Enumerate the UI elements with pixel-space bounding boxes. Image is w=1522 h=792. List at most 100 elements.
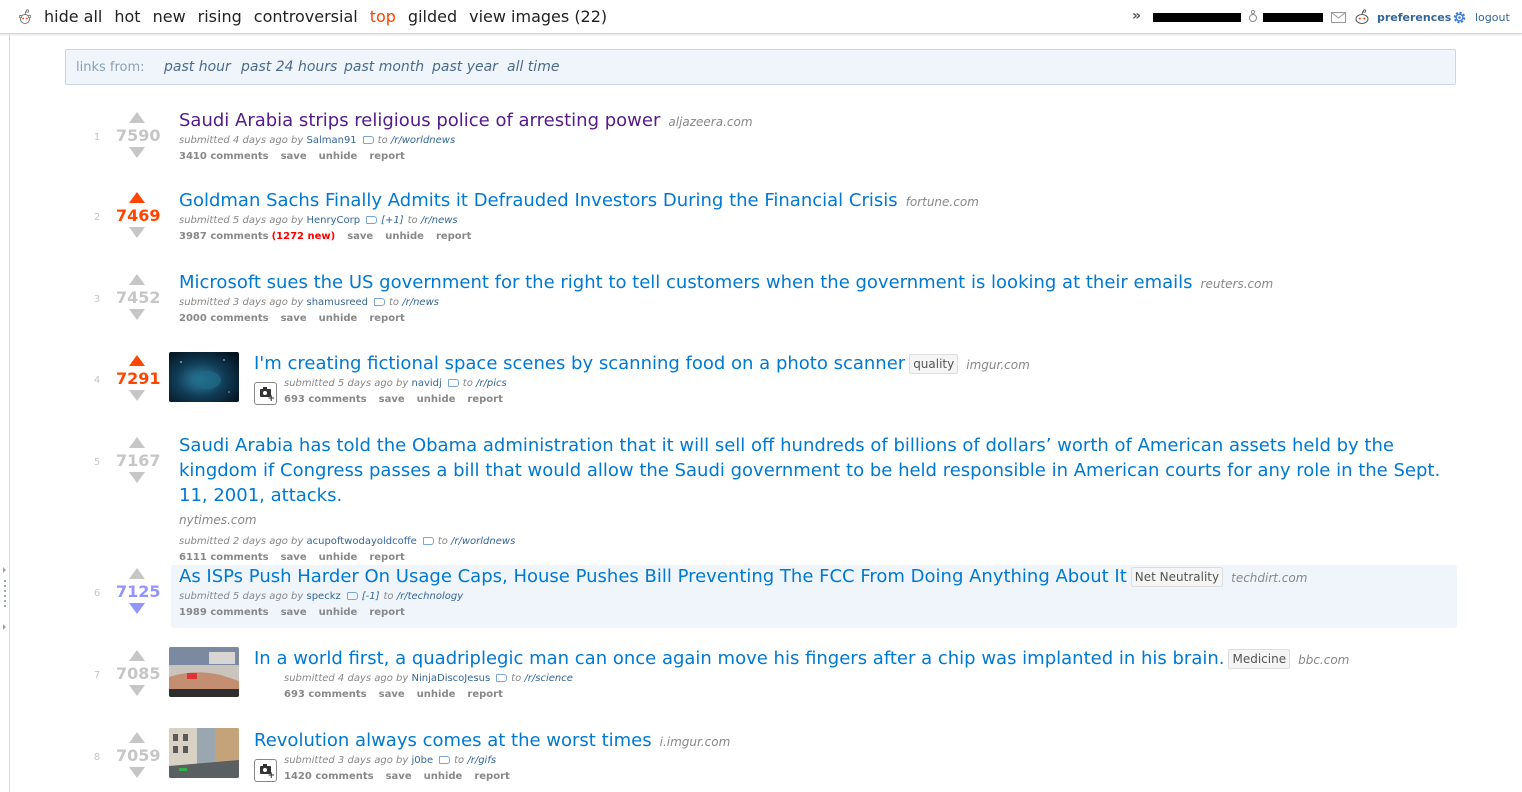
post-domain[interactable]: i.imgur.com [660,735,731,749]
tag-icon[interactable] [496,674,508,682]
save-button[interactable]: save [281,313,307,324]
upvote-arrow-icon[interactable] [129,568,145,579]
time-filter-past-month[interactable]: past month [344,59,424,75]
author-link[interactable]: navidj [411,378,441,389]
post-domain[interactable]: techdirt.com [1231,571,1307,585]
upvote-arrow-icon[interactable] [129,112,145,123]
comments-link[interactable]: 3987 comments [179,231,269,242]
tab-gilded[interactable]: gilded [408,7,457,26]
tab-hot[interactable]: hot [114,7,140,26]
unhide-button[interactable]: unhide [417,394,456,405]
post-domain[interactable]: fortune.com [906,195,979,209]
expand-image-button[interactable]: + [254,759,277,782]
author-link[interactable]: HenryCorp [306,215,360,226]
expand-image-button[interactable]: + [254,382,277,405]
save-button[interactable]: save [347,231,373,242]
downvote-arrow-icon[interactable] [129,227,145,238]
tab-top[interactable]: top [370,7,396,26]
unhide-button[interactable]: unhide [319,607,358,618]
post-domain[interactable]: imgur.com [966,358,1030,372]
mail-icon[interactable] [1331,12,1346,23]
comments-link[interactable]: 1420 comments [284,771,374,782]
tab-rising[interactable]: rising [198,7,242,26]
unhide-button[interactable]: unhide [417,689,456,700]
save-button[interactable]: save [281,607,307,618]
tag-icon[interactable] [374,298,385,306]
report-button[interactable]: report [436,231,471,242]
subreddit-link[interactable]: /r/science [524,673,572,684]
upvote-arrow-icon[interactable] [129,355,145,366]
post-title-link[interactable]: Saudi Arabia strips religious police of … [179,110,660,131]
unhide-button[interactable]: unhide [319,313,358,324]
author-link[interactable]: Salman91 [306,135,356,146]
post-thumbnail[interactable] [169,352,239,402]
upvote-arrow-icon[interactable] [129,192,145,203]
unhide-button[interactable]: unhide [424,771,463,782]
comments-link[interactable]: 693 comments [284,689,367,700]
downvote-arrow-icon[interactable] [129,472,145,483]
downvote-arrow-icon[interactable] [129,309,145,320]
author-link[interactable]: shamusreed [306,297,368,308]
post-title-link[interactable]: I'm creating fictional space scenes by s… [254,353,905,374]
preferences-link[interactable]: preferences [1377,11,1451,24]
more-chevron-icon[interactable]: » [1132,8,1141,24]
gear-icon[interactable] [1452,10,1467,25]
unhide-button[interactable]: unhide [385,231,424,242]
author-link[interactable]: j0be [411,755,433,766]
tab-new[interactable]: new [153,7,186,26]
tab-controversial[interactable]: controversial [254,7,358,26]
downvote-arrow-icon[interactable] [129,390,145,401]
tag-icon[interactable] [346,592,358,600]
tag-icon[interactable] [362,136,374,144]
downvote-arrow-icon[interactable] [129,767,145,778]
report-button[interactable]: report [467,689,502,700]
post-title-link[interactable]: Revolution always comes at the worst tim… [254,730,652,751]
report-button[interactable]: report [369,607,404,618]
time-filter-past-year[interactable]: past year [432,59,498,75]
post-title-link[interactable]: As ISPs Push Harder On Usage Caps, House… [179,566,1127,587]
tab-hide[interactable]: hide all [44,7,102,26]
tag-icon[interactable] [366,216,378,224]
modmail-alien-icon[interactable] [1354,9,1370,25]
report-button[interactable]: report [369,552,404,563]
subreddit-link[interactable]: /r/gifs [467,755,496,766]
upvote-arrow-icon[interactable] [129,437,145,448]
post-thumbnail[interactable] [169,728,239,778]
report-button[interactable]: report [369,313,404,324]
comments-link[interactable]: 6111 comments [179,552,269,563]
report-button[interactable]: report [474,771,509,782]
report-button[interactable]: report [369,151,404,162]
upvote-arrow-icon[interactable] [129,274,145,285]
post-domain[interactable]: aljazeera.com [668,115,752,129]
report-button[interactable]: report [467,394,502,405]
comments-link[interactable]: 1989 comments [179,607,269,618]
save-button[interactable]: save [379,689,405,700]
tag-icon[interactable] [439,756,451,764]
subreddit-link[interactable]: /r/news [421,215,458,226]
subreddit-link[interactable]: /r/news [402,297,439,308]
downvote-arrow-icon[interactable] [129,685,145,696]
save-button[interactable]: save [379,394,405,405]
subreddit-link[interactable]: /r/worldnews [391,135,455,146]
downvote-arrow-icon[interactable] [129,603,145,614]
sidebar-splitter[interactable] [0,34,10,792]
downvote-arrow-icon[interactable] [129,147,145,158]
comments-link[interactable]: 3410 comments [179,151,269,162]
author-link[interactable]: acupoftwodayoldcoffe [306,536,416,547]
time-filter-all-time[interactable]: all time [507,59,559,75]
subreddit-link[interactable]: /r/technology [397,591,463,602]
reddit-alien-icon[interactable] [18,9,32,25]
logout-link[interactable]: logout [1475,11,1510,24]
new-comments-count[interactable]: (1272 new) [272,231,336,242]
post-domain[interactable]: nytimes.com [179,513,257,527]
post-thumbnail[interactable] [169,647,239,697]
save-button[interactable]: save [386,771,412,782]
upvote-arrow-icon[interactable] [129,732,145,743]
comments-link[interactable]: 2000 comments [179,313,269,324]
tag-icon[interactable] [447,379,459,387]
unhide-button[interactable]: unhide [319,151,358,162]
time-filter-past-hour[interactable]: past hour [164,59,231,75]
tag-icon[interactable] [422,537,434,545]
save-button[interactable]: save [281,151,307,162]
post-title-link[interactable]: Saudi Arabia has told the Obama administ… [179,435,1440,506]
